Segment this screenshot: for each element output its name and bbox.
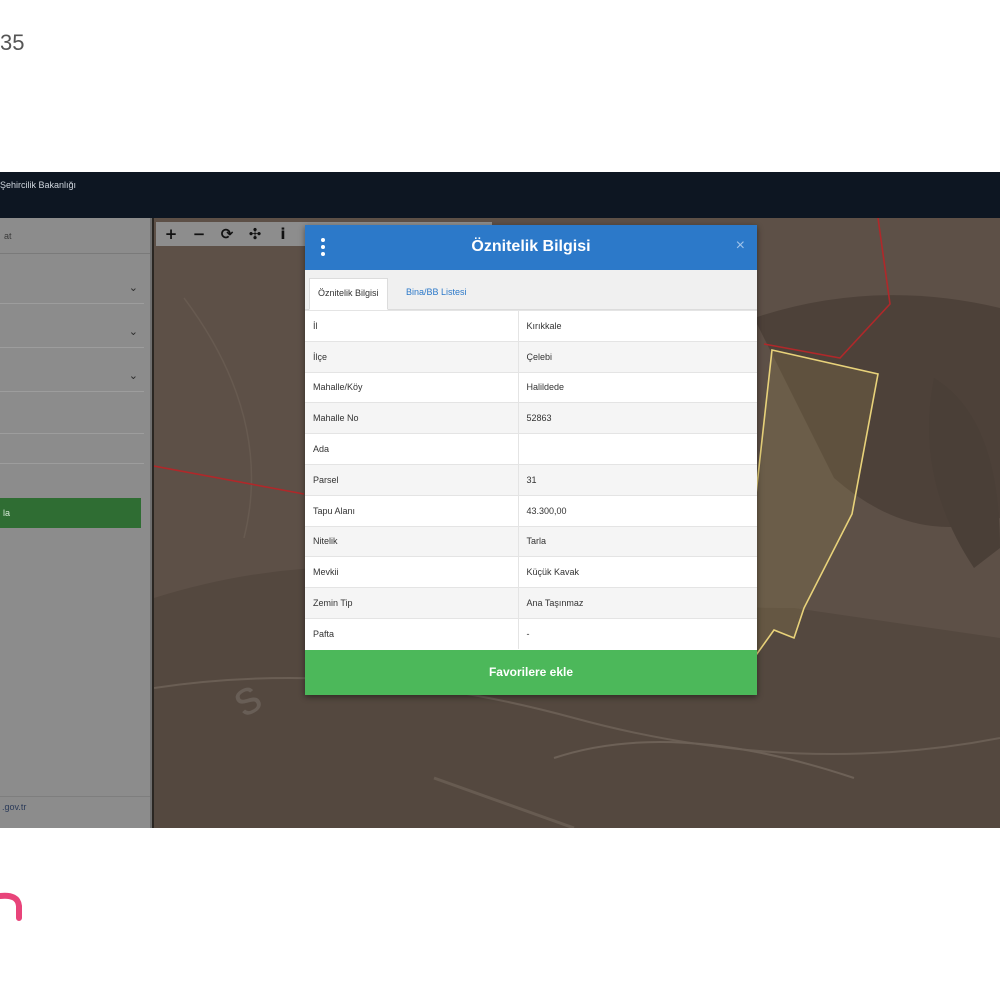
attr-value: Ana Taşınmaz bbox=[518, 587, 757, 619]
table-row: Parsel 31 bbox=[305, 463, 757, 496]
table-row: Nitelik Tarla bbox=[305, 525, 757, 557]
attr-value: Küçük Kavak bbox=[518, 556, 757, 588]
close-icon[interactable]: × bbox=[736, 237, 745, 255]
attr-key: Pafta bbox=[305, 617, 519, 650]
attr-key: Mahalle/Köy bbox=[305, 371, 519, 403]
info-icon[interactable]: i bbox=[272, 224, 294, 244]
attr-key: İl bbox=[305, 310, 519, 342]
footer-link[interactable]: .gov.tr bbox=[2, 802, 26, 812]
attr-key: Nitelik bbox=[305, 525, 519, 557]
table-row: İlçe Çelebi bbox=[305, 340, 757, 373]
app-title: Şehircilik Bakanlığı bbox=[0, 180, 77, 190]
page: 35 Şehircilik Bakanlığı at ⌄ ⌄ ⌄ la .gov… bbox=[0, 0, 1000, 1000]
block-input[interactable] bbox=[0, 408, 144, 434]
attr-key: Zemin Tip bbox=[305, 587, 519, 619]
tab-attribute-info[interactable]: Öznitelik Bilgisi bbox=[309, 278, 388, 310]
query-button-label: la bbox=[3, 508, 11, 518]
attr-key: İlçe bbox=[305, 340, 519, 373]
zoom-in-icon[interactable]: + bbox=[160, 224, 182, 244]
top-bar: Şehircilik Bakanlığı bbox=[0, 172, 1000, 218]
sidebar-footer: .gov.tr bbox=[0, 796, 150, 816]
refresh-icon[interactable]: ⟳ bbox=[216, 224, 238, 244]
sidebar-header-label: at bbox=[4, 231, 12, 241]
chevron-down-icon: ⌄ bbox=[128, 370, 138, 382]
query-button[interactable]: la bbox=[0, 498, 141, 528]
table-row: Zemin Tip Ana Taşınmaz bbox=[305, 587, 757, 619]
attr-key: Mevkii bbox=[305, 556, 519, 588]
sidebar-header: at bbox=[0, 218, 150, 254]
attr-value: Halildede bbox=[518, 371, 757, 403]
attr-key: Mahalle No bbox=[305, 402, 519, 434]
sidebar: at ⌄ ⌄ ⌄ la .gov.tr bbox=[0, 218, 152, 828]
dialog-header: Öznitelik Bilgisi × bbox=[305, 225, 757, 270]
add-to-favorites-button[interactable]: Favorilere ekle bbox=[305, 650, 757, 695]
attr-value: Tarla bbox=[518, 525, 757, 557]
attr-value: Çelebi bbox=[518, 340, 757, 373]
brand-logo-icon bbox=[0, 892, 22, 921]
attr-value: 31 bbox=[518, 463, 757, 496]
table-row: Mahalle/Köy Halildede bbox=[305, 371, 757, 403]
attr-value: - bbox=[518, 617, 757, 650]
attr-value: 43.300,00 bbox=[518, 494, 757, 527]
table-row: Tapu Alanı 43.300,00 bbox=[305, 494, 757, 527]
chevron-down-icon: ⌄ bbox=[128, 326, 138, 338]
locate-icon[interactable]: ✣ bbox=[244, 224, 266, 244]
parcel-input[interactable] bbox=[0, 438, 144, 464]
province-select[interactable]: ⌄ bbox=[0, 276, 144, 304]
attr-value: 52863 bbox=[518, 402, 757, 434]
table-row: Ada bbox=[305, 433, 757, 465]
dialog-title: Öznitelik Bilgisi bbox=[471, 238, 591, 255]
table-row: Mahalle No 52863 bbox=[305, 402, 757, 434]
attr-key: Tapu Alanı bbox=[305, 494, 519, 527]
attribute-table: İl Kırıkkale İlçe Çelebi Mahalle/Köy Halild… bbox=[305, 310, 757, 650]
table-row: Pafta - bbox=[305, 617, 757, 650]
chevron-down-icon: ⌄ bbox=[128, 282, 138, 294]
attr-key: Ada bbox=[305, 433, 519, 465]
attr-value: Kırıkkale bbox=[518, 310, 757, 342]
attribute-info-dialog: Öznitelik Bilgisi × Öznitelik Bilgisi Bi… bbox=[305, 225, 757, 695]
corner-code: 35 bbox=[0, 30, 25, 55]
neighborhood-select[interactable]: ⌄ bbox=[0, 364, 144, 392]
attr-key: Parsel bbox=[305, 463, 519, 496]
tab-building-list[interactable]: Bina/BB Listesi bbox=[398, 278, 475, 310]
dialog-tabs: Öznitelik Bilgisi Bina/BB Listesi bbox=[305, 270, 757, 310]
zoom-out-icon[interactable]: − bbox=[188, 224, 210, 244]
attr-value bbox=[518, 433, 757, 465]
table-row: Mevkii Küçük Kavak bbox=[305, 556, 757, 588]
district-select[interactable]: ⌄ bbox=[0, 320, 144, 348]
table-row: İl Kırıkkale bbox=[305, 310, 757, 342]
